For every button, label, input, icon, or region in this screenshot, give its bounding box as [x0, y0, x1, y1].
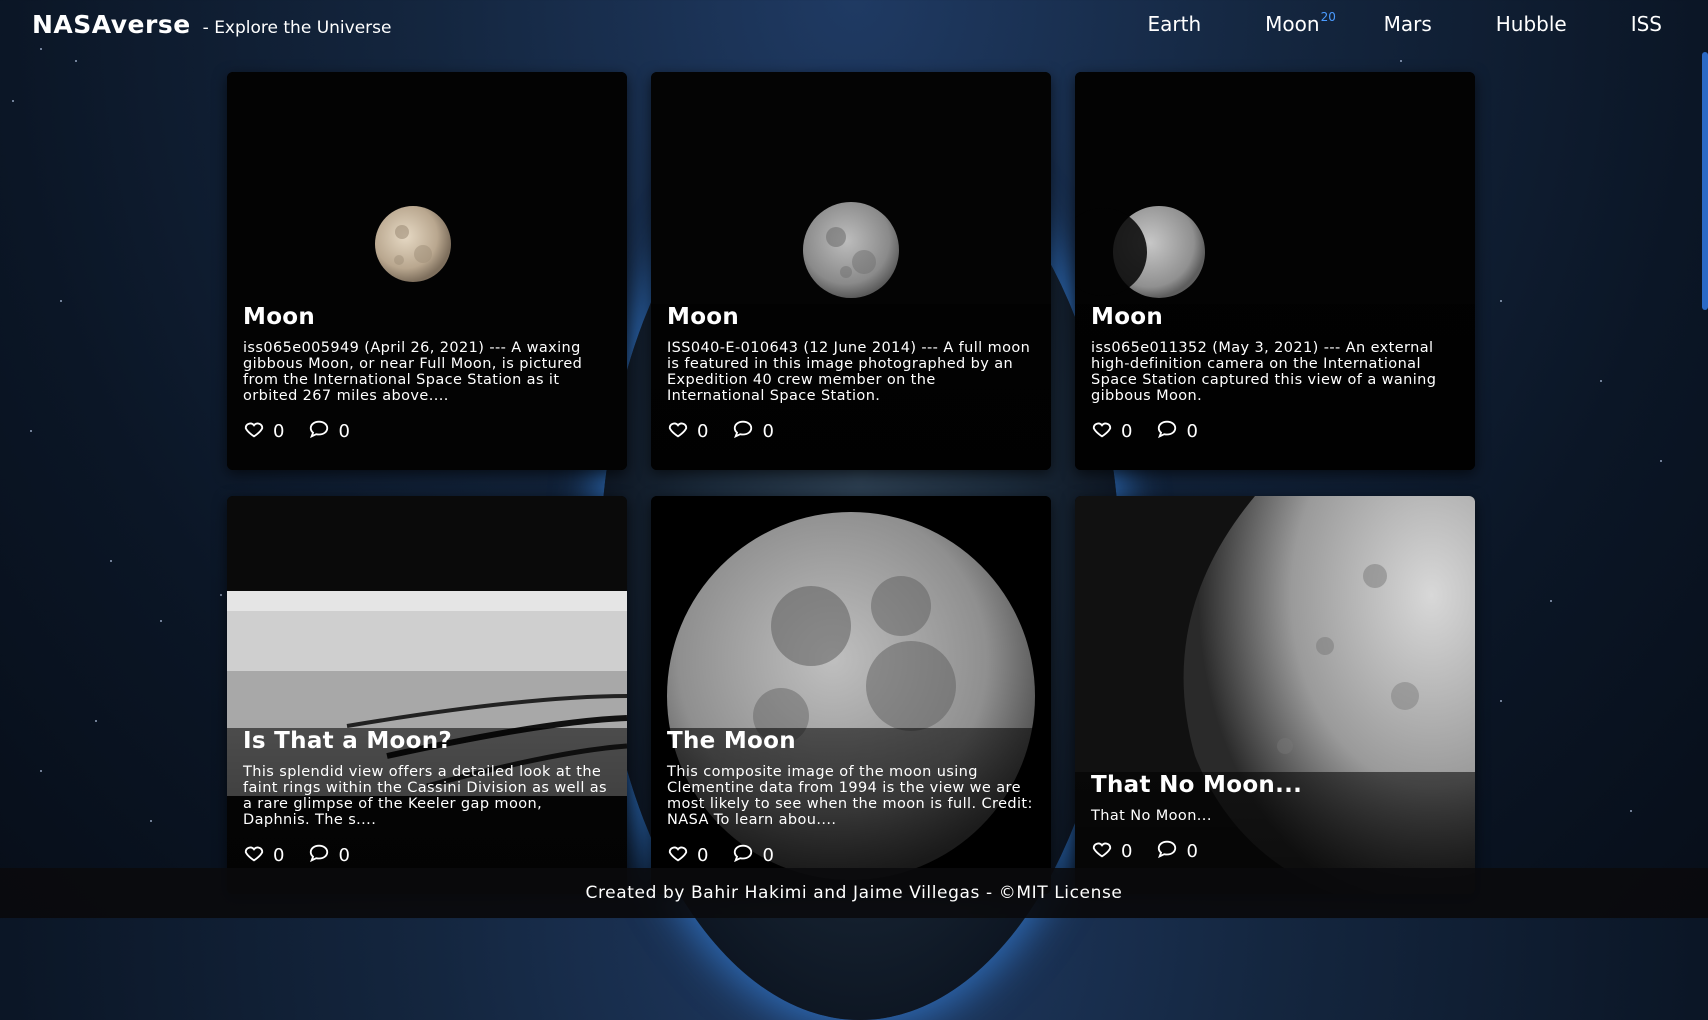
image-card[interactable]: Moon iss065e005949 (April 26, 2021) --- …	[227, 72, 627, 470]
card-title: Moon	[1091, 304, 1164, 330]
like-count: 0	[273, 845, 285, 866]
card-description: iss065e011352 (May 3, 2021) --- An exter…	[1091, 340, 1437, 404]
like-count: 0	[1121, 421, 1133, 442]
comment-count: 0	[338, 845, 350, 866]
image-card[interactable]: Moon iss065e011352 (May 3, 2021) --- An …	[1075, 72, 1475, 470]
image-card[interactable]: Moon ISS040-E-010643 (12 June 2014) --- …	[651, 72, 1051, 470]
card-description: ISS040-E-010643 (12 June 2014) --- A ful…	[667, 340, 1031, 404]
heart-icon	[1092, 842, 1112, 858]
card-description: This splendid view offers a detailed loo…	[243, 764, 608, 828]
comment-icon	[310, 420, 329, 439]
image-card[interactable]: That No Moon... That No Moon... 0 0	[1075, 496, 1475, 894]
card-description: iss065e005949 (April 26, 2021) --- A wax…	[243, 340, 583, 404]
card-title: Is That a Moon?	[243, 728, 453, 754]
heart-icon	[244, 846, 264, 862]
site-footer: Created by Bahir Hakimi and Jaime Villeg…	[0, 868, 1708, 918]
like-button[interactable]	[1091, 838, 1113, 865]
image-card[interactable]: The Moon This composite image of the moo…	[651, 496, 1051, 894]
card-stats: 0 0	[243, 842, 611, 869]
card-stats: 0 0	[243, 418, 611, 445]
brand-subtitle: - Explore the Universe	[202, 18, 392, 38]
footer-credit: Created by Bahir Hakimi and Jaime Villeg…	[585, 883, 1123, 903]
comment-icon	[1158, 840, 1177, 859]
comment-button[interactable]	[308, 842, 330, 869]
nav-moon-label: Moon	[1265, 12, 1320, 36]
nav-hubble[interactable]: Hubble	[1496, 12, 1567, 36]
like-button[interactable]	[1091, 418, 1113, 445]
heart-icon	[244, 422, 264, 438]
comment-button[interactable]	[1156, 838, 1178, 865]
card-grid: Moon iss065e005949 (April 26, 2021) --- …	[227, 72, 1476, 972]
like-count: 0	[273, 421, 285, 442]
brand[interactable]: NASAverse - Explore the Universe	[32, 10, 391, 39]
like-count: 0	[697, 845, 709, 866]
card-title: Moon	[243, 304, 316, 330]
comment-icon	[1158, 420, 1177, 439]
comment-count: 0	[1186, 841, 1198, 862]
comment-icon	[734, 844, 753, 863]
like-button[interactable]	[243, 842, 265, 869]
nav-earth[interactable]: Earth	[1148, 12, 1202, 36]
image-card[interactable]: Is That a Moon? This splendid view offer…	[227, 496, 627, 894]
comment-count: 0	[762, 845, 774, 866]
like-button[interactable]	[243, 418, 265, 445]
like-count: 0	[697, 421, 709, 442]
comment-button[interactable]	[732, 842, 754, 869]
heart-icon	[668, 846, 688, 862]
card-title: That No Moon...	[1091, 772, 1303, 798]
heart-icon	[668, 422, 688, 438]
card-title: The Moon	[667, 728, 796, 754]
nav-moon-badge: 20	[1320, 10, 1336, 24]
card-title: Moon	[667, 304, 740, 330]
nav-iss[interactable]: ISS	[1631, 12, 1662, 36]
card-description: This composite image of the moon using C…	[667, 764, 1033, 828]
comment-icon	[734, 420, 753, 439]
scrollbar[interactable]	[1702, 52, 1708, 310]
main-nav: Earth Moon 20 Mars Hubble ISS	[1148, 10, 1662, 36]
comment-button[interactable]	[732, 418, 754, 445]
card-stats: 0 0	[667, 842, 1035, 869]
card-stats: 0 0	[667, 418, 1035, 445]
like-button[interactable]	[667, 418, 689, 445]
heart-icon	[1092, 422, 1112, 438]
card-stats: 0 0	[1091, 838, 1459, 865]
like-count: 0	[1121, 841, 1133, 862]
comment-count: 0	[338, 421, 350, 442]
comment-button[interactable]	[1156, 418, 1178, 445]
nav-mars[interactable]: Mars	[1384, 12, 1432, 36]
comment-count: 0	[1186, 421, 1198, 442]
card-stats: 0 0	[1091, 418, 1459, 445]
brand-title[interactable]: NASAverse	[32, 10, 191, 39]
comment-count: 0	[762, 421, 774, 442]
nav-moon[interactable]: Moon 20	[1265, 10, 1336, 36]
comment-button[interactable]	[308, 418, 330, 445]
card-description: That No Moon...	[1091, 808, 1212, 824]
top-nav-bar: NASAverse - Explore the Universe Earth M…	[0, 0, 1708, 52]
comment-icon	[310, 844, 329, 863]
like-button[interactable]	[667, 842, 689, 869]
